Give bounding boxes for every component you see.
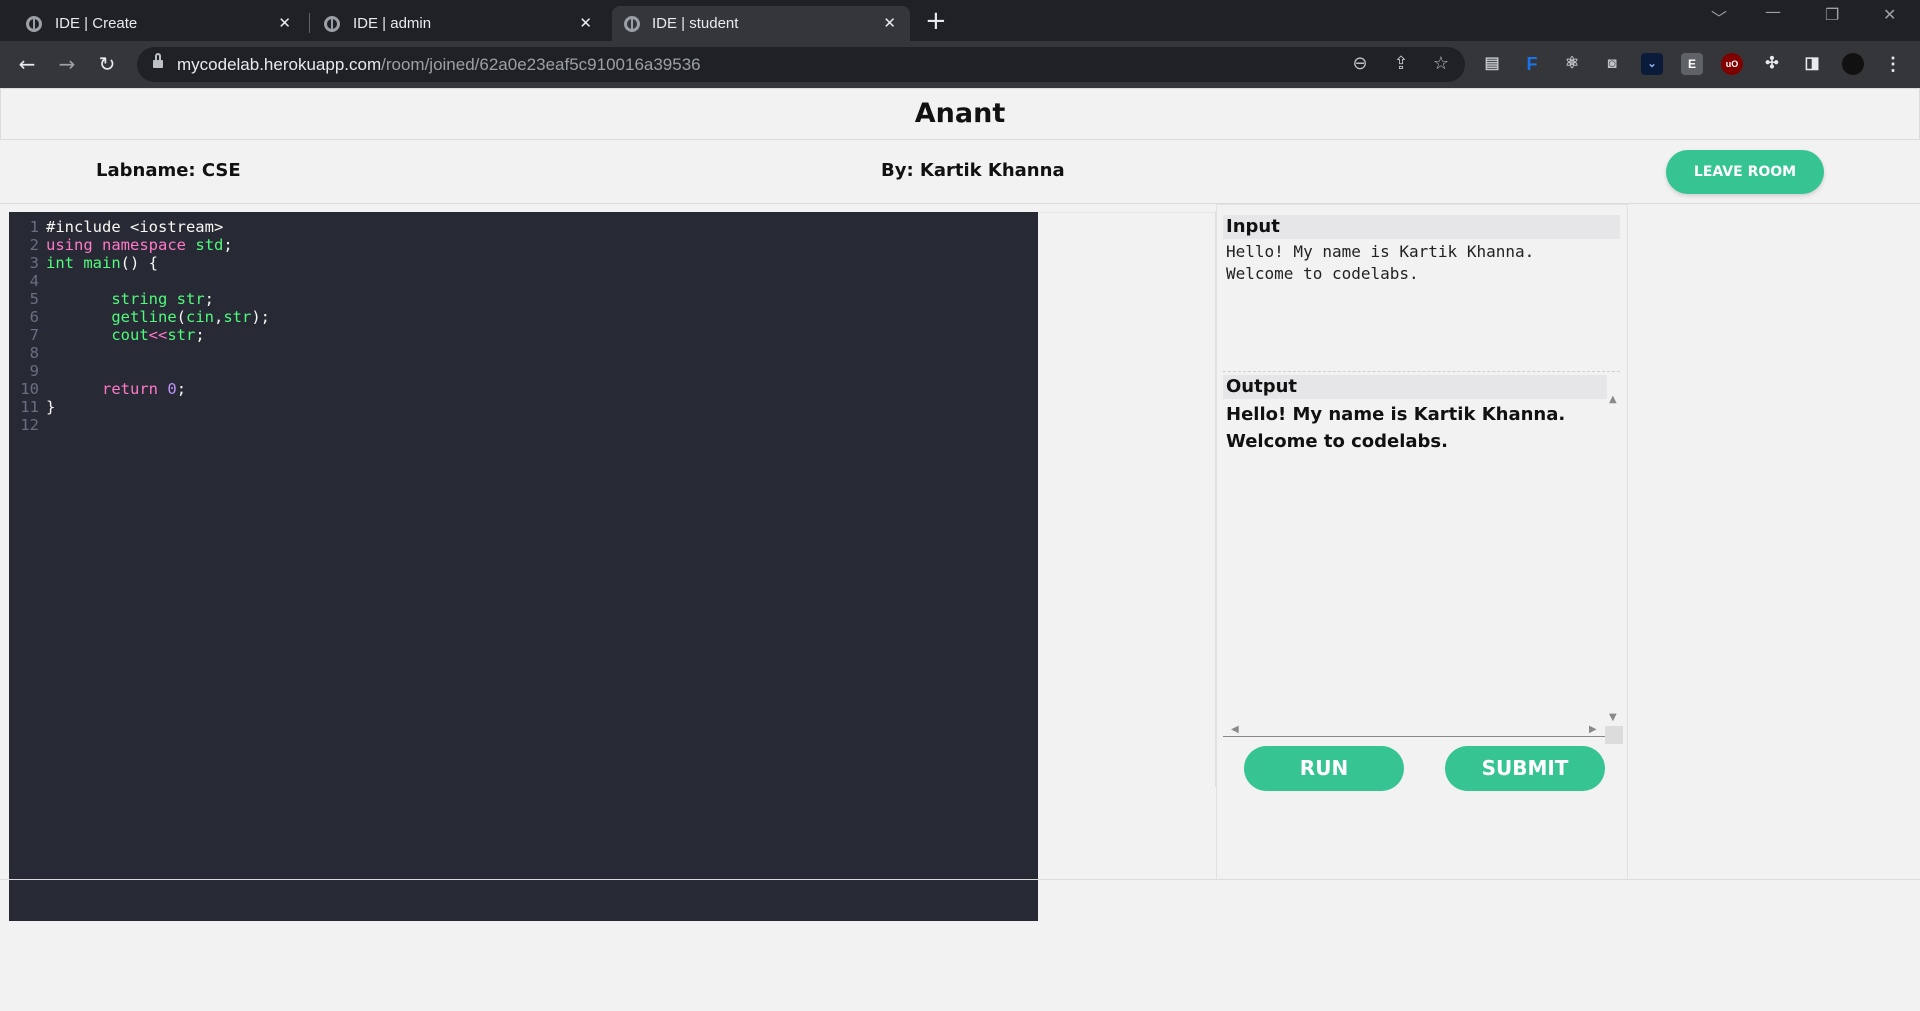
output-label: Output [1223,375,1607,399]
scroll-left-icon[interactable]: ◀ [1231,725,1239,735]
divider [0,879,1920,880]
browser-toolbar: ← → ↻ mycodelab.herokuapp.com/room/joine… [0,41,1920,88]
ublock-icon[interactable]: uO [1721,53,1743,75]
run-button[interactable]: RUN [1244,746,1404,791]
io-panel: Input Hello! My name is Kartik Khanna. We… [1216,204,1628,880]
input-textarea[interactable]: Hello! My name is Kartik Khanna. Welcome … [1223,241,1620,372]
reload-icon[interactable]: ↻ [94,51,120,77]
room-owner: By: Kartik Khanna [881,160,1065,181]
code-editor[interactable]: 1 #include <iostream> 2 using namespace std… [9,212,1038,921]
extensions-puzzle-icon[interactable]: ✣ [1761,53,1783,75]
tab-title: IDE | student [652,15,739,32]
page: Anant Labname: CSE By: Kartik Khanna LEA… [0,88,1920,1011]
tab-ide-create[interactable]: IDE | Create ✕ [0,6,305,41]
output-horizontal-scrollbar[interactable]: ◀ ▶ [1223,723,1607,737]
input-line: Hello! My name is Kartik Khanna. [1226,242,1535,261]
extension-v-icon[interactable]: ⌄ [1641,53,1663,75]
url-text: mycodelab.herokuapp.com/room/joined/62a0… [177,55,701,74]
output-line: Welcome to codelabs. [1226,431,1448,452]
extension-f-icon[interactable]: F [1521,53,1543,75]
minimize-icon[interactable]: — [1765,2,1781,21]
tab-ide-admin[interactable]: IDE | admin ✕ [310,6,606,41]
extension-e-icon[interactable]: E [1681,53,1703,75]
workspace: 1 #include <iostream> 2 using namespace std… [0,204,1920,921]
tab-title: IDE | Create [55,15,138,32]
new-tab-button[interactable]: + [925,6,947,36]
reading-list-icon[interactable]: ▤ [1481,53,1503,75]
tab-search-icon[interactable]: ﹀ [1711,5,1727,29]
lab-name: Labname: CSE [96,160,241,181]
camera-icon[interactable]: ◙ [1601,53,1623,75]
zoom-icon[interactable]: ⊖ [1348,53,1372,74]
menu-icon[interactable]: ⋮ [1882,53,1904,75]
address-bar[interactable]: mycodelab.herokuapp.com/room/joined/62a0… [137,47,1465,82]
restore-icon[interactable]: ❐ [1825,5,1839,24]
close-tab-icon[interactable]: ✕ [278,14,291,32]
scroll-right-icon[interactable]: ▶ [1589,725,1597,735]
close-window-icon[interactable]: ✕ [1883,5,1896,24]
tab-ide-student[interactable]: IDE | student ✕ [612,6,910,41]
react-devtools-icon[interactable]: ⚛ [1561,53,1583,75]
code-line[interactable]: 12 [9,414,1038,436]
globe-icon [324,16,340,32]
scroll-down-icon[interactable]: ▼ [1609,713,1617,723]
globe-icon [624,16,640,32]
submit-button[interactable]: SUBMIT [1445,746,1605,791]
scroll-up-icon[interactable]: ▲ [1609,395,1617,405]
room-title: Anant [0,88,1920,140]
side-panel-icon[interactable]: ◨ [1801,53,1823,75]
globe-icon [26,16,42,32]
profile-avatar[interactable] [1842,53,1864,75]
output-area: Hello! My name is Kartik Khanna. Welcome… [1223,401,1607,731]
room-info-bar: Labname: CSE By: Kartik Khanna LEAVE ROO… [0,140,1920,204]
leave-room-button[interactable]: LEAVE ROOM [1666,150,1824,194]
close-tab-icon[interactable]: ✕ [579,14,592,32]
output-vertical-scrollbar[interactable]: ▲ ▼ [1607,395,1621,725]
forward-icon[interactable]: → [54,51,80,77]
spacer-column [1038,212,1216,787]
star-icon[interactable]: ☆ [1429,53,1453,74]
tab-title: IDE | admin [353,15,432,32]
close-tab-icon[interactable]: ✕ [883,14,896,32]
scroll-corner [1605,726,1623,744]
input-label: Input [1223,215,1620,239]
browser-tabstrip: IDE | Create ✕ IDE | admin ✕ IDE | stude… [0,0,1920,41]
line-number: 12 [20,416,39,434]
output-line: Hello! My name is Kartik Khanna. [1226,404,1566,425]
back-icon[interactable]: ← [14,51,40,77]
share-icon[interactable]: ⇪ [1389,53,1413,74]
input-line: Welcome to codelabs. [1226,264,1419,283]
lock-icon[interactable] [153,53,163,70]
